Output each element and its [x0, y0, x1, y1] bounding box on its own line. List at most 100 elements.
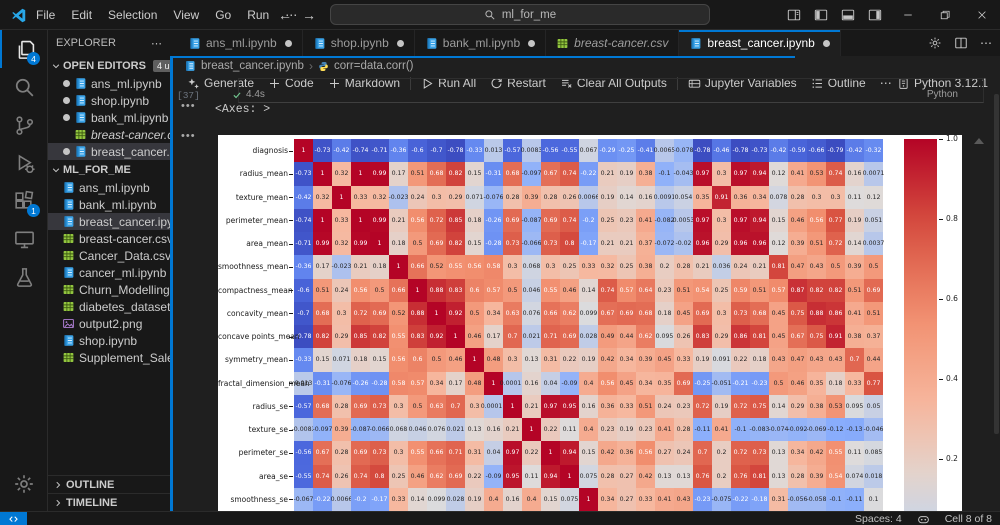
- heatmap-cell[interactable]: -0.29: [598, 139, 617, 163]
- heatmap-cell[interactable]: 0.46: [408, 464, 427, 488]
- heatmap-cell[interactable]: 0.6: [408, 348, 427, 372]
- heatmap-cell[interactable]: 0.96: [750, 232, 769, 256]
- heatmap-cell[interactable]: -0.087: [351, 418, 370, 442]
- heatmap-cell[interactable]: -0.2: [579, 208, 598, 232]
- heatmap-cell[interactable]: 0.16: [503, 487, 522, 511]
- heatmap-cell[interactable]: 0.34: [427, 371, 446, 395]
- heatmap-cell[interactable]: 0.11: [845, 185, 864, 209]
- heatmap-cell[interactable]: -0.26: [484, 208, 503, 232]
- heatmap-cell[interactable]: 1: [351, 208, 370, 232]
- menu-view[interactable]: View: [165, 5, 207, 25]
- heatmap-cell[interactable]: 0.22: [465, 464, 484, 488]
- heatmap-cell[interactable]: 0.39: [845, 255, 864, 279]
- heatmap-cell[interactable]: 0.33: [389, 487, 408, 511]
- heatmap-cell[interactable]: 0.046: [408, 418, 427, 442]
- heatmap-cell[interactable]: 0.27: [655, 441, 674, 465]
- notebook-scrollbar[interactable]: [994, 94, 999, 434]
- heatmap-cell[interactable]: 0.18: [465, 208, 484, 232]
- heatmap-cell[interactable]: -0.42: [332, 139, 351, 163]
- heatmap-cell[interactable]: 0.32: [332, 232, 351, 256]
- heatmap-cell[interactable]: -0.23: [750, 371, 769, 395]
- heatmap-cell[interactable]: 0.3: [712, 208, 731, 232]
- open-editor-item[interactable]: ans_ml.ipynb: [48, 75, 170, 92]
- heatmap-cell[interactable]: -0.71: [294, 232, 313, 256]
- heatmap-cell[interactable]: 0.97: [693, 162, 712, 186]
- heatmap-cell[interactable]: 0.21: [617, 232, 636, 256]
- heatmap-cell[interactable]: 0.72: [351, 301, 370, 325]
- heatmap-cell[interactable]: 0.35: [655, 371, 674, 395]
- heatmap-cell[interactable]: 0.021: [522, 325, 541, 349]
- heatmap-cell[interactable]: 0.47: [788, 348, 807, 372]
- heatmap-cell[interactable]: 0.69: [503, 208, 522, 232]
- activitybar-source-control-icon[interactable]: [0, 106, 48, 144]
- heatmap-cell[interactable]: 0.046: [522, 278, 541, 302]
- heatmap-cell[interactable]: 0.5: [427, 348, 446, 372]
- heatmap-cell[interactable]: 0.42: [598, 348, 617, 372]
- heatmap-cell[interactable]: -0.59: [788, 139, 807, 163]
- heatmap-cell[interactable]: 0.5: [408, 394, 427, 418]
- breadcrumb-file[interactable]: breast_cancer.ipynb: [201, 60, 304, 72]
- heatmap-cell[interactable]: -0.55: [560, 139, 579, 163]
- heatmap-cell[interactable]: 0.58: [389, 371, 408, 395]
- heatmap-cell[interactable]: 0.15: [769, 208, 788, 232]
- heatmap-cell[interactable]: 0.74: [560, 162, 579, 186]
- heatmap-cell[interactable]: 0.72: [427, 208, 446, 232]
- heatmap-cell[interactable]: 0.33: [636, 487, 655, 511]
- heatmap-cell[interactable]: 0.13: [655, 464, 674, 488]
- heatmap-cell[interactable]: -0.31: [313, 371, 332, 395]
- heatmap-cell[interactable]: -0.22: [731, 487, 750, 511]
- heatmap-cell[interactable]: 0.33: [579, 255, 598, 279]
- heatmap-cell[interactable]: 0.3: [332, 301, 351, 325]
- heatmap-cell[interactable]: -0.083: [750, 418, 769, 442]
- activitybar-extensions-icon[interactable]: 1: [0, 182, 48, 220]
- heatmap-cell[interactable]: 0.19: [845, 208, 864, 232]
- heatmap-cell[interactable]: 0.15: [541, 487, 560, 511]
- heatmap-cell[interactable]: 1: [503, 394, 522, 418]
- heatmap-cell[interactable]: 1: [446, 325, 465, 349]
- heatmap-cell[interactable]: 0.28: [598, 464, 617, 488]
- heatmap-cell[interactable]: -0.6: [408, 139, 427, 163]
- heatmap-cell[interactable]: 0.095: [845, 394, 864, 418]
- heatmap-cell[interactable]: 1: [560, 464, 579, 488]
- heatmap-cell[interactable]: 0.68: [427, 162, 446, 186]
- tab-breast_cancer.ipynb[interactable]: breast_cancer.ipynb: [679, 30, 841, 56]
- heatmap-cell[interactable]: 1: [332, 185, 351, 209]
- heatmap-cell[interactable]: 0.42: [598, 441, 617, 465]
- heatmap-cell[interactable]: 0.82: [807, 278, 826, 302]
- modified-dot-icon[interactable]: [396, 39, 404, 47]
- heatmap-cell[interactable]: 0.73: [370, 441, 389, 465]
- heatmap-cell[interactable]: -0.092: [788, 418, 807, 442]
- file-tree-item[interactable]: diabetes_dataset.csv: [48, 298, 170, 315]
- heatmap-cell[interactable]: 0.51: [750, 278, 769, 302]
- heatmap-cell[interactable]: -0.79: [826, 139, 845, 163]
- heatmap-cell[interactable]: 0.04: [541, 371, 560, 395]
- heatmap-cell[interactable]: 0.33: [845, 371, 864, 395]
- customize-layout-icon[interactable]: [787, 8, 801, 22]
- activitybar-run-debug-icon[interactable]: [0, 144, 48, 182]
- file-tree-item[interactable]: shop.ipynb: [48, 332, 170, 349]
- heatmap-cell[interactable]: 0.5: [408, 232, 427, 256]
- heatmap-cell[interactable]: 0.34: [598, 487, 617, 511]
- heatmap-cell[interactable]: 0.69: [560, 325, 579, 349]
- heatmap-cell[interactable]: 0.3: [826, 185, 845, 209]
- heatmap-cell[interactable]: -0.11: [845, 487, 864, 511]
- heatmap-cell[interactable]: 0.43: [807, 255, 826, 279]
- heatmap-cell[interactable]: -0.076: [484, 185, 503, 209]
- heatmap-cell[interactable]: 1: [522, 418, 541, 442]
- heatmap-cell[interactable]: -0.25: [617, 139, 636, 163]
- heatmap-cell[interactable]: -0.55: [294, 464, 313, 488]
- tab-ans_ml.ipynb[interactable]: ans_ml.ipynb: [178, 30, 303, 56]
- heatmap-cell[interactable]: 0.25: [617, 255, 636, 279]
- heatmap-cell[interactable]: -0.26: [351, 371, 370, 395]
- heatmap-cell[interactable]: 0.036: [712, 255, 731, 279]
- heatmap-cell[interactable]: 0.46: [788, 371, 807, 395]
- heatmap-cell[interactable]: 0.63: [503, 301, 522, 325]
- heatmap-cell[interactable]: 0.7: [693, 441, 712, 465]
- heatmap-cell[interactable]: 0.51: [313, 278, 332, 302]
- heatmap-cell[interactable]: -0.32: [864, 139, 883, 163]
- copilot-icon[interactable]: [917, 513, 930, 525]
- heatmap-cell[interactable]: 0.69: [351, 441, 370, 465]
- heatmap-cell[interactable]: 0.29: [712, 232, 731, 256]
- heatmap-cell[interactable]: 0.00011: [500, 371, 525, 395]
- heatmap-cell[interactable]: -0.17: [579, 232, 598, 256]
